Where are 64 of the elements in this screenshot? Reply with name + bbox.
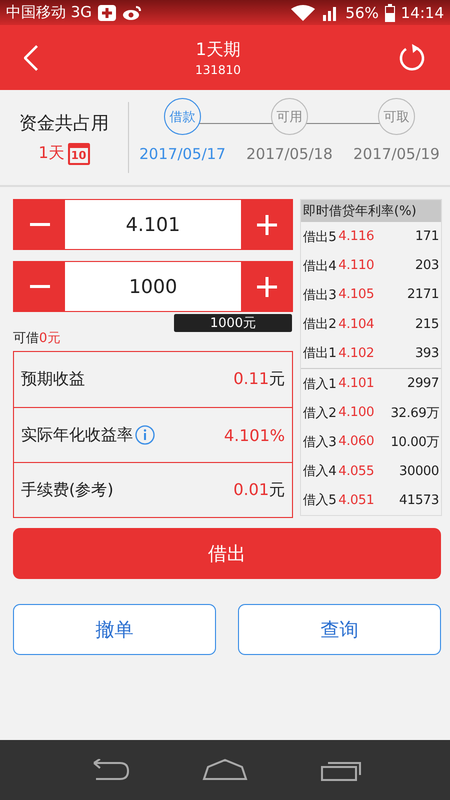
action-button[interactable]: 查询: [238, 604, 441, 655]
calendar-icon: 10: [68, 142, 90, 164]
page-title: 1天期: [196, 39, 240, 61]
quote-label: 借入1: [303, 376, 336, 393]
quote-volume: 30000: [399, 464, 439, 479]
quote-label: 借出5: [303, 228, 336, 246]
quote-label: 借出3: [303, 286, 336, 304]
quote-label: 借入4: [303, 463, 336, 480]
quote-rate: 4.101: [338, 376, 374, 392]
quote-label: 借入3: [303, 434, 336, 451]
refresh-button[interactable]: [398, 44, 426, 72]
quote-volume: 41573: [399, 492, 439, 508]
summary-label: 资金共占用: [19, 112, 109, 134]
step-circle: 借款: [164, 98, 201, 135]
available-amount: 可借0元: [13, 330, 62, 347]
quote-rate: 4.104: [338, 316, 374, 332]
result-label: 实际年化收益率: [21, 424, 133, 446]
step-circle: 可取: [378, 98, 415, 135]
step-date: 2017/05/19: [353, 145, 440, 163]
quote-rate: 4.110: [338, 258, 374, 274]
quote-rate: 4.055: [338, 464, 374, 479]
battery-icon: [384, 4, 395, 22]
eye-icon: [122, 4, 142, 20]
quote-rate: 4.105: [338, 287, 374, 302]
result-value: 0.01元: [233, 480, 285, 500]
quote-volume: 215: [415, 316, 439, 332]
back-button[interactable]: [24, 44, 38, 70]
quote-label: 借出1: [303, 345, 336, 362]
quotes-title: 即时借贷年利率(%): [301, 200, 441, 222]
carrier-text: 中国移动 3G: [6, 3, 92, 22]
quote-rate: 4.100: [338, 405, 374, 420]
step-date: 2017/05/18: [246, 145, 333, 163]
product-code: 131810: [195, 63, 241, 77]
info-icon[interactable]: [135, 425, 155, 445]
quote-rate: 4.116: [338, 229, 374, 244]
days-text: 1天: [38, 143, 65, 164]
result-label: 预期收益: [21, 369, 85, 390]
quote-volume: 171: [415, 229, 439, 244]
notification-icon: [98, 4, 116, 20]
wifi-icon: [291, 4, 316, 20]
quote-volume: 393: [415, 346, 439, 361]
battery-text: 56%: [345, 4, 379, 22]
quote-label: 借入2: [303, 404, 336, 422]
quote-label: 借出4: [303, 258, 336, 275]
quote-rate: 4.102: [338, 346, 374, 361]
quote-volume: 32.69万: [390, 404, 439, 422]
step-date: 2017/05/17: [139, 145, 226, 163]
quote-volume: 2997: [407, 376, 439, 392]
quote-volume: 2171: [407, 287, 439, 302]
clock-text: 14:14: [400, 4, 444, 22]
quote-label: 借出2: [303, 316, 336, 334]
lend-button[interactable]: 借出: [13, 528, 441, 579]
quote-volume: 10.00万: [390, 434, 439, 451]
quote-label: 借入5: [303, 492, 336, 510]
tooltip: 1000元: [174, 314, 292, 332]
result-value: 4.101%: [224, 426, 285, 444]
quote-volume: 203: [415, 258, 439, 274]
step-circle: 可用: [271, 98, 308, 135]
quote-rate: 4.060: [338, 434, 374, 450]
result-value: 0.11元: [233, 369, 285, 390]
home-nav-icon[interactable]: [202, 759, 248, 781]
quote-rate: 4.051: [338, 492, 374, 508]
result-label: 手续费(参考): [21, 480, 114, 500]
action-button[interactable]: 撤单: [13, 604, 216, 655]
